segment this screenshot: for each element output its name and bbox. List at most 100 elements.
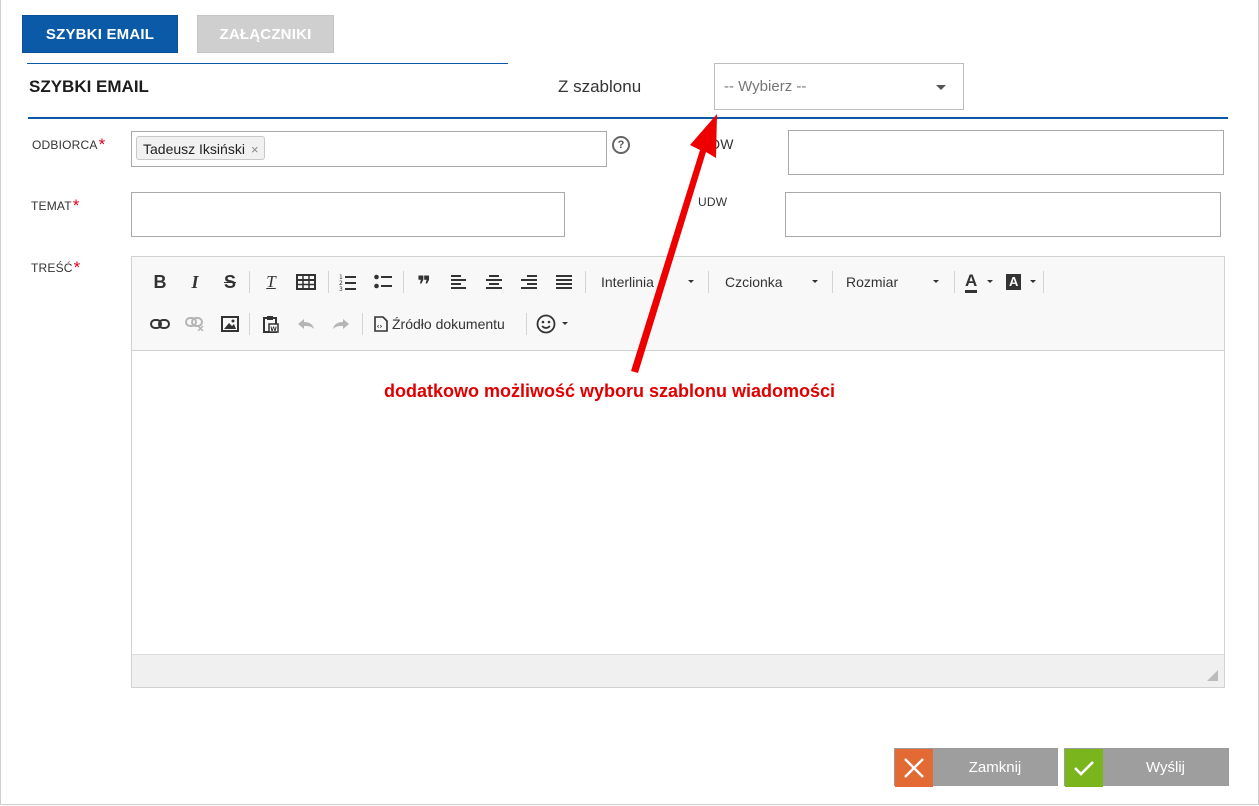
chevron-down-icon bbox=[812, 280, 818, 283]
required-mark: * bbox=[98, 135, 106, 154]
font-size-label: Rozmiar bbox=[846, 274, 899, 290]
chevron-down-icon bbox=[987, 280, 993, 283]
header-divider bbox=[28, 117, 1228, 119]
image-icon bbox=[221, 316, 239, 332]
align-left-button[interactable] bbox=[447, 269, 471, 295]
table-icon bbox=[296, 274, 316, 290]
font-dropdown[interactable]: Czcionka bbox=[725, 269, 825, 295]
required-mark: * bbox=[73, 258, 81, 277]
checkmark-icon bbox=[1065, 749, 1103, 787]
align-center-icon bbox=[486, 275, 502, 289]
editor-statusbar bbox=[132, 654, 1224, 687]
font-label: Czcionka bbox=[725, 274, 783, 290]
unlink-icon bbox=[185, 317, 204, 332]
strikethrough-button[interactable]: S bbox=[219, 269, 241, 295]
toolbar-separator bbox=[249, 271, 250, 293]
toolbar-separator bbox=[362, 313, 363, 335]
title-underline bbox=[27, 63, 508, 64]
table-button[interactable] bbox=[294, 269, 318, 295]
bold-button[interactable]: B bbox=[149, 269, 171, 295]
subject-field[interactable] bbox=[131, 192, 565, 237]
recipient-tag: Tadeusz Iksiński × bbox=[136, 136, 265, 160]
editor-toolbar: B I S T 123 ❞ Interlinia Czcionka Rozmia… bbox=[132, 257, 1224, 351]
smiley-icon bbox=[536, 314, 556, 334]
tab-attachments[interactable]: ZAŁĄCZNIKI bbox=[197, 15, 334, 53]
recipient-field[interactable]: Tadeusz Iksiński × bbox=[131, 131, 607, 167]
svg-text:W: W bbox=[270, 326, 277, 333]
resize-handle-icon[interactable] bbox=[1207, 670, 1218, 681]
toolbar-separator bbox=[832, 271, 833, 293]
remove-format-button[interactable]: T bbox=[259, 269, 283, 295]
emoji-button[interactable] bbox=[534, 311, 570, 337]
chevron-down-icon bbox=[562, 322, 568, 325]
close-button-label: Zamknij bbox=[933, 749, 1057, 785]
cc-label: DW bbox=[710, 136, 734, 152]
recipient-tag-label: Tadeusz Iksiński bbox=[143, 141, 245, 157]
svg-text:‹›: ‹› bbox=[377, 323, 383, 331]
chevron-down-icon bbox=[688, 280, 694, 283]
align-right-button[interactable] bbox=[517, 269, 541, 295]
align-right-icon bbox=[521, 275, 537, 289]
template-select-value: -- Wybierz -- bbox=[724, 78, 807, 95]
align-left-icon bbox=[451, 275, 466, 289]
italic-button[interactable]: I bbox=[184, 269, 206, 295]
font-size-dropdown[interactable]: Rozmiar bbox=[846, 269, 946, 295]
unlink-button bbox=[183, 311, 207, 337]
line-height-dropdown[interactable]: Interlinia bbox=[601, 269, 701, 295]
background-color-button[interactable]: A bbox=[1003, 269, 1037, 295]
align-justify-button[interactable] bbox=[552, 269, 576, 295]
close-button[interactable]: Zamknij bbox=[894, 748, 1058, 787]
help-icon[interactable]: ? bbox=[612, 136, 630, 154]
source-code-icon: ‹› bbox=[374, 316, 388, 332]
paste-word-button[interactable]: W bbox=[259, 311, 283, 337]
send-button-label: Wyślij bbox=[1103, 749, 1228, 785]
link-button[interactable] bbox=[148, 311, 172, 337]
undo-icon bbox=[298, 319, 314, 329]
subject-label: TEMAT* bbox=[31, 195, 80, 215]
send-button[interactable]: Wyślij bbox=[1064, 748, 1229, 787]
tab-quick-email[interactable]: SZYBKI EMAIL bbox=[22, 15, 178, 53]
align-center-button[interactable] bbox=[482, 269, 506, 295]
numbered-list-button[interactable]: 123 bbox=[336, 269, 360, 295]
remove-tag-icon[interactable]: × bbox=[251, 142, 259, 157]
blockquote-button[interactable]: ❞ bbox=[412, 269, 436, 299]
text-color-button[interactable]: A bbox=[962, 269, 996, 295]
link-icon bbox=[150, 319, 170, 329]
toolbar-separator bbox=[954, 271, 955, 293]
chevron-down-icon bbox=[933, 280, 939, 283]
toolbar-separator bbox=[403, 271, 404, 293]
redo-button bbox=[329, 311, 353, 337]
recipient-label: ODBIORCA* bbox=[32, 134, 105, 154]
template-select[interactable]: -- Wybierz -- bbox=[714, 63, 964, 110]
clipboard-icon: W bbox=[263, 316, 279, 333]
rich-text-editor: B I S T 123 ❞ Interlinia Czcionka Rozmia… bbox=[131, 256, 1225, 688]
bcc-field[interactable] bbox=[785, 192, 1221, 237]
image-button[interactable] bbox=[218, 311, 242, 337]
template-label: Z szablonu bbox=[558, 77, 642, 96]
body-label: TREŚĆ* bbox=[31, 257, 81, 277]
bcc-label: UDW bbox=[698, 195, 728, 209]
recipient-label-text: ODBIORCA bbox=[32, 138, 98, 152]
source-button[interactable]: ‹› Źródło dokumentu bbox=[374, 311, 524, 337]
toolbar-separator bbox=[585, 271, 586, 293]
align-justify-icon bbox=[556, 275, 572, 289]
section-title: SZYBKI EMAIL bbox=[29, 77, 149, 96]
toolbar-separator bbox=[1043, 271, 1044, 293]
close-icon bbox=[895, 749, 933, 787]
line-height-label: Interlinia bbox=[601, 274, 654, 290]
background-color-icon: A bbox=[1006, 274, 1022, 290]
toolbar-separator bbox=[708, 271, 709, 293]
toolbar-separator bbox=[526, 313, 527, 335]
subject-label-text: TEMAT bbox=[31, 199, 72, 213]
bullet-list-button[interactable] bbox=[371, 269, 395, 295]
toolbar-separator bbox=[249, 313, 250, 335]
numbered-list-icon: 123 bbox=[339, 274, 356, 293]
chevron-down-icon bbox=[1030, 280, 1036, 283]
bullet-list-icon bbox=[374, 274, 392, 289]
body-label-text: TREŚĆ bbox=[31, 261, 73, 275]
cc-field[interactable] bbox=[788, 130, 1224, 175]
redo-icon bbox=[333, 319, 349, 329]
source-button-label: Źródło dokumentu bbox=[392, 316, 505, 332]
text-color-icon: A bbox=[965, 272, 978, 293]
required-mark: * bbox=[72, 196, 80, 215]
